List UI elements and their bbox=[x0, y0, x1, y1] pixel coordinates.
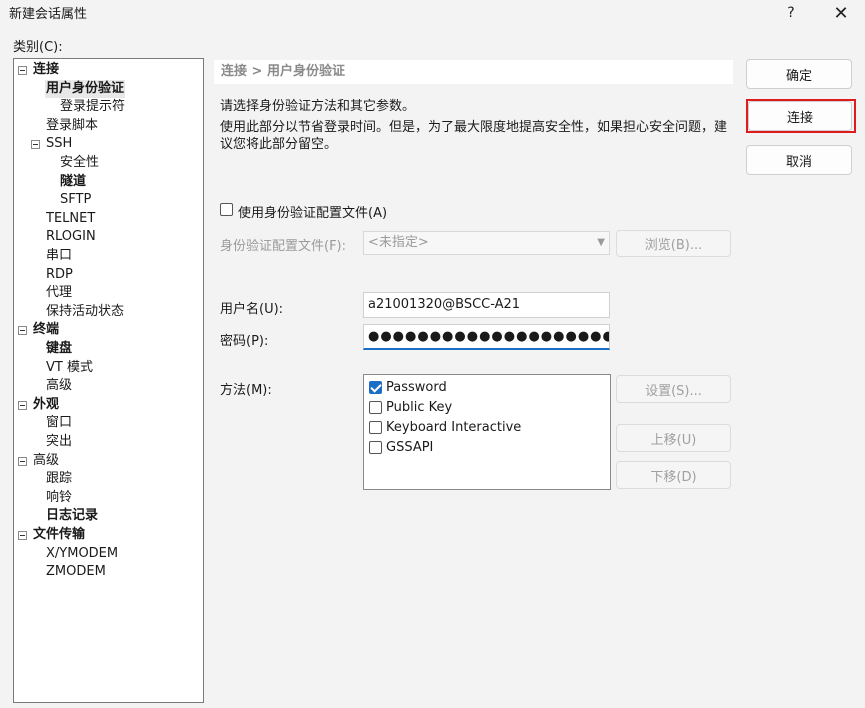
tree-item[interactable]: 安全性 bbox=[59, 154, 100, 172]
description-text: 请选择身份验证方法和其它参数。 bbox=[220, 99, 416, 114]
username-label: 用户名(U): bbox=[220, 302, 284, 317]
method-label-text: Public Key bbox=[386, 399, 453, 415]
method-label: 方法(M): bbox=[220, 383, 272, 398]
method-checkbox[interactable] bbox=[369, 380, 382, 394]
tree-item[interactable]: 响铃 bbox=[45, 489, 73, 507]
tree-item[interactable]: 文件传输 bbox=[32, 526, 86, 544]
tree-item[interactable]: 高级 bbox=[32, 452, 60, 470]
method-item[interactable]: GSSAPI bbox=[369, 437, 433, 457]
browse-button[interactable]: 浏览(B)... bbox=[616, 230, 731, 257]
category-label: 类别(C): bbox=[13, 40, 63, 55]
collapse-icon[interactable] bbox=[18, 66, 27, 75]
tree-item[interactable]: 跟踪 bbox=[45, 470, 73, 488]
tree-item[interactable]: SSH bbox=[45, 135, 73, 153]
tree-item[interactable]: VT 模式 bbox=[45, 359, 94, 377]
tree-item[interactable]: ZMODEM bbox=[45, 563, 107, 581]
tree-item[interactable]: 保持活动状态 bbox=[45, 303, 125, 321]
tree-item[interactable]: 终端 bbox=[32, 321, 60, 339]
tree-item[interactable]: TELNET bbox=[45, 210, 96, 228]
collapse-icon[interactable] bbox=[18, 326, 27, 336]
cancel-button[interactable]: 取消 bbox=[746, 145, 852, 175]
method-list[interactable]: Password Public Key Keyboard Interactive GS… bbox=[363, 374, 611, 490]
method-item[interactable]: Public Key bbox=[369, 397, 452, 417]
ok-button[interactable]: 确定 bbox=[746, 59, 852, 89]
collapse-icon[interactable] bbox=[18, 400, 27, 410]
tree-item[interactable]: 窗口 bbox=[45, 414, 73, 432]
tree-item[interactable]: 外观 bbox=[32, 396, 60, 414]
method-checkbox[interactable] bbox=[369, 400, 382, 414]
password-input[interactable]: ●●●●●●●●●●●●●●●●●●●●●●●●●●●●● bbox=[363, 324, 610, 350]
password-value: ●●●●●●●●●●●●●●●●●●●●●●●●●●●●● bbox=[368, 329, 609, 344]
window-title: 新建会话属性 bbox=[9, 7, 88, 22]
method-item[interactable]: Password bbox=[369, 377, 447, 397]
move-up-button[interactable]: 上移(U) bbox=[616, 424, 731, 452]
chevron-down-icon: ▼ bbox=[597, 237, 605, 248]
tree-item[interactable]: 突出 bbox=[45, 433, 73, 451]
profile-select[interactable]: <未指定> ▼ bbox=[363, 231, 610, 255]
close-icon[interactable]: ✕ bbox=[823, 0, 859, 26]
method-checkbox[interactable] bbox=[369, 420, 382, 434]
tree-item[interactable]: 高级 bbox=[45, 377, 73, 395]
method-label-text: Keyboard Interactive bbox=[386, 419, 522, 435]
tree-item[interactable]: X/YMODEM bbox=[45, 545, 119, 563]
tree-item[interactable]: 连接 bbox=[32, 61, 60, 79]
breadcrumb: 连接 > 用户身份验证 bbox=[214, 60, 733, 84]
tree-item[interactable]: 串口 bbox=[45, 247, 73, 265]
tree-item[interactable]: SFTP bbox=[59, 191, 92, 209]
description-hint: 使用此部分以节省登录时间。但是，为了最大限度地提高安全性，如果担心安全问题，建议… bbox=[220, 120, 728, 152]
tree-item[interactable]: 用户身份验证 bbox=[45, 79, 126, 98]
collapse-icon[interactable] bbox=[18, 531, 27, 540]
collapse-icon[interactable] bbox=[31, 140, 40, 150]
move-down-button[interactable]: 下移(D) bbox=[616, 461, 731, 489]
category-tree[interactable]: 连接 用户身份验证 登录提示符 登录脚本 SSH 安全性 隧道 SFTP TELNET RLOGI… bbox=[13, 58, 204, 703]
username-value: a21001320@BSCC-A21 bbox=[368, 297, 521, 312]
collapse-icon[interactable] bbox=[18, 456, 27, 466]
use-profile-label[interactable]: 使用身份验证配置文件(A) bbox=[238, 202, 387, 221]
profile-select-value: <未指定> bbox=[368, 235, 429, 250]
tree-item[interactable]: RLOGIN bbox=[45, 228, 97, 246]
method-checkbox[interactable] bbox=[369, 440, 382, 454]
profile-label: 身份验证配置文件(F): bbox=[220, 239, 347, 254]
settings-button[interactable]: 设置(S)... bbox=[616, 375, 731, 403]
password-label: 密码(P): bbox=[220, 334, 269, 349]
tree-item[interactable]: 键盘 bbox=[45, 340, 73, 358]
method-label-text: GSSAPI bbox=[386, 439, 434, 455]
tree-item[interactable]: 登录提示符 bbox=[59, 98, 126, 116]
method-item[interactable]: Keyboard Interactive bbox=[369, 417, 521, 437]
method-label-text: Password bbox=[386, 379, 447, 395]
username-input[interactable]: a21001320@BSCC-A21 bbox=[363, 292, 610, 318]
tree-item[interactable]: RDP bbox=[45, 266, 74, 284]
connect-highlight bbox=[746, 99, 856, 133]
tree-item[interactable]: 隧道 bbox=[59, 173, 87, 191]
tree-item[interactable]: 登录脚本 bbox=[45, 117, 99, 135]
tree-item[interactable]: 日志记录 bbox=[45, 507, 99, 525]
use-profile-checkbox[interactable] bbox=[220, 203, 233, 216]
help-icon[interactable]: ? bbox=[773, 0, 809, 26]
tree-item[interactable]: 代理 bbox=[45, 284, 73, 302]
